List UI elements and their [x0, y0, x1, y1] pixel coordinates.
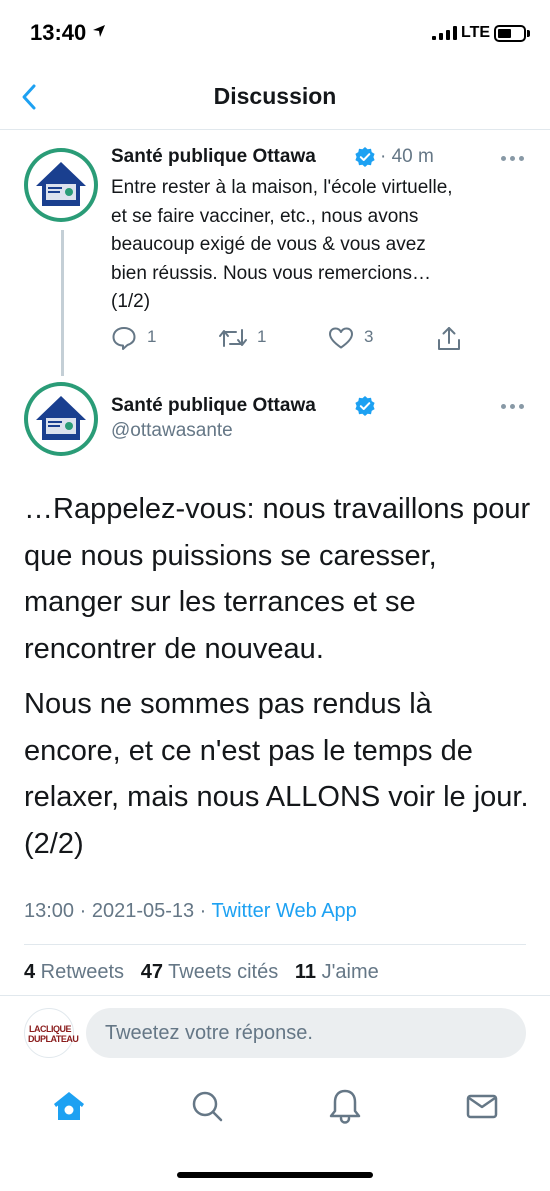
- verified-badge-icon: [355, 396, 375, 416]
- verified-badge-icon: [355, 147, 375, 167]
- reply-input[interactable]: Tweetez votre réponse.: [86, 1008, 526, 1058]
- signal-icon: [432, 26, 457, 40]
- tweet-time-ago: · 40 m: [380, 146, 434, 167]
- tweet-stats: 4 Retweets 47 Tweets cités 11 J'aime: [24, 961, 379, 984]
- network-type: LTE: [461, 24, 491, 41]
- search-icon: [192, 1091, 223, 1122]
- bell-icon: [329, 1089, 361, 1124]
- thread-line: [61, 230, 64, 376]
- more-options-button[interactable]: [501, 152, 527, 166]
- author-name[interactable]: Santé publique Ottawa: [111, 395, 316, 417]
- nav-bar: Discussion: [0, 66, 550, 130]
- tweet-text: Entre rester à la maison, l'école virtue…: [111, 177, 453, 312]
- avatar[interactable]: [24, 382, 98, 456]
- like-button[interactable]: 3: [328, 322, 388, 354]
- location-arrow-icon: [93, 25, 105, 37]
- tab-search[interactable]: [187, 1086, 227, 1126]
- page-title: Discussion: [213, 83, 337, 109]
- house-logo-icon: [36, 396, 86, 440]
- divider: [24, 944, 526, 945]
- heart-icon: [329, 327, 353, 349]
- status-bar: 13:40 LTE: [0, 0, 550, 66]
- quote-tweets-stat[interactable]: 47 Tweets cités: [141, 961, 278, 983]
- share-icon: [438, 327, 460, 350]
- battery-tip: [527, 30, 530, 37]
- avatar[interactable]: [24, 148, 98, 222]
- tab-bar: [0, 1072, 550, 1142]
- status-time: 13:40: [30, 20, 87, 45]
- retweet-count: 1: [257, 327, 267, 346]
- tweet-text-paragraph: Nous ne sommes pas rendus là encore, et …: [24, 688, 529, 860]
- retweet-icon: [219, 329, 247, 347]
- tweet-text-paragraph: …Rappelez-vous: nous travaillons pour qu…: [24, 493, 531, 665]
- reply-user-avatar[interactable]: LACLIQUE DUPLATEAU: [24, 1008, 79, 1058]
- home-icon: [54, 1092, 84, 1120]
- envelope-icon: [466, 1094, 498, 1119]
- likes-stat[interactable]: 11 J'aime: [295, 961, 379, 983]
- avatar-logo-text: LACLIQUE DUPLATEAU: [28, 1024, 79, 1044]
- home-indicator[interactable]: [177, 1172, 373, 1178]
- author-handle[interactable]: @ottawasante: [111, 420, 233, 442]
- tweet-timestamp: 13:00 · 2021-05-13 ·: [24, 900, 212, 922]
- more-options-button[interactable]: [501, 400, 527, 414]
- battery-icon: [494, 25, 526, 42]
- tweet-meta: 13:00 · 2021-05-13 · Twitter Web App: [24, 900, 357, 923]
- house-logo-icon: [36, 162, 86, 206]
- tab-messages[interactable]: [462, 1086, 502, 1126]
- share-button[interactable]: [436, 322, 462, 354]
- retweets-stat[interactable]: 4 Retweets: [24, 961, 124, 983]
- reply-count: 1: [147, 327, 157, 346]
- comment-icon: [112, 327, 136, 350]
- tab-home[interactable]: [49, 1086, 89, 1126]
- reply-button[interactable]: 1: [111, 322, 171, 354]
- author-name[interactable]: Santé publique Ottawa: [111, 146, 316, 168]
- retweet-button[interactable]: 1: [218, 322, 278, 354]
- like-count: 3: [364, 327, 374, 346]
- tab-notifications[interactable]: [325, 1086, 365, 1126]
- tweet-source-link[interactable]: Twitter Web App: [212, 900, 357, 922]
